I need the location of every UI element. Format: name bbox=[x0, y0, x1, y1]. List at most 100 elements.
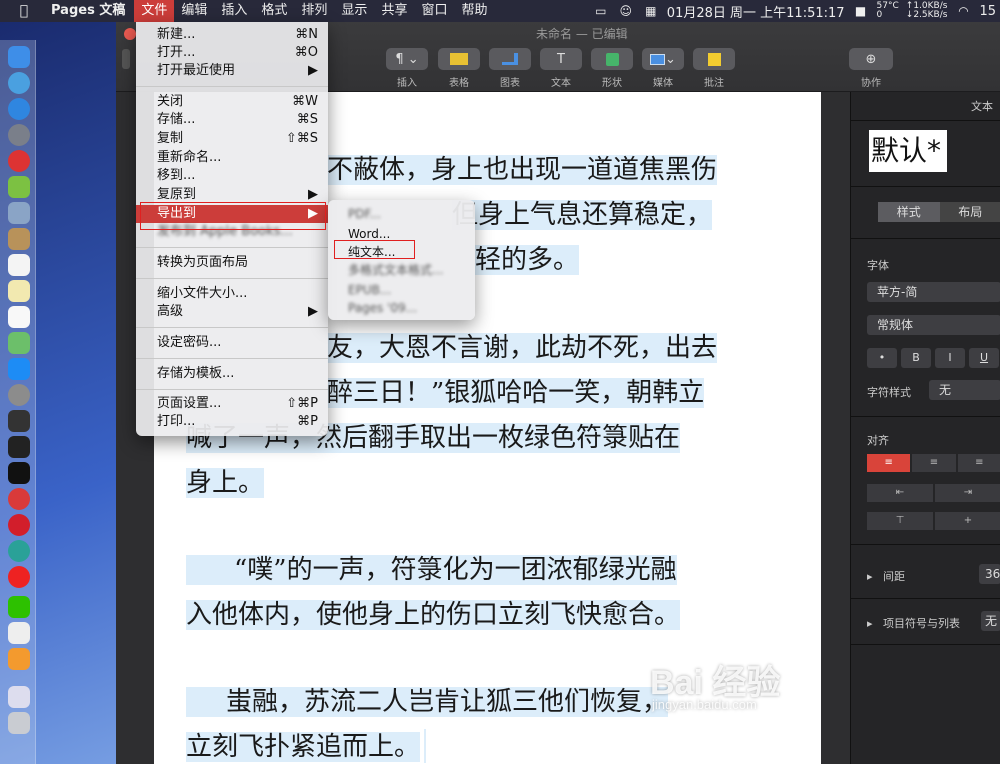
view-button[interactable] bbox=[122, 49, 130, 69]
align-left-button[interactable]: ≡ bbox=[867, 454, 911, 472]
wifi-icon[interactable]: ◠ bbox=[954, 4, 972, 18]
calendar-grid-icon[interactable]: ▦ bbox=[642, 4, 660, 18]
menu-item-print[interactable]: 打印... ⌘P bbox=[136, 413, 328, 431]
menu-item-rename[interactable]: 重新命名... bbox=[136, 149, 328, 167]
increase-indent-button[interactable]: ⇥ bbox=[935, 484, 1000, 502]
menu-arrange[interactable]: 排列 bbox=[294, 0, 334, 22]
underline-button[interactable]: U bbox=[969, 348, 999, 368]
font-family-select[interactable]: 苹方-简 bbox=[867, 282, 1000, 302]
text-options-button[interactable]: • bbox=[867, 348, 897, 368]
paragraph-1-line-3[interactable]: 轻的多。 bbox=[475, 238, 580, 283]
menu-item-move[interactable]: 移到... bbox=[136, 167, 328, 185]
text-box-icon[interactable]: T bbox=[540, 48, 582, 70]
vivaldi-dock-icon[interactable] bbox=[8, 488, 30, 510]
terminal-dock-icon[interactable] bbox=[8, 462, 30, 484]
menu-format[interactable]: 格式 bbox=[254, 0, 294, 22]
system-preferences-dock-icon[interactable] bbox=[8, 384, 30, 406]
menu-item-close[interactable]: 关闭 ⌘W bbox=[136, 93, 328, 111]
table-icon[interactable] bbox=[438, 48, 480, 70]
launchpad-dock-icon[interactable] bbox=[8, 124, 30, 146]
input-method-icon[interactable]: ■ bbox=[852, 4, 870, 18]
bold-button[interactable]: B bbox=[901, 348, 931, 368]
menu-item-reduce-size[interactable]: 缩小文件大小... bbox=[136, 285, 328, 303]
spacing-label[interactable]: ▸ 间距 bbox=[867, 568, 905, 584]
menu-app-name[interactable]: Pages 文稿 bbox=[42, 0, 134, 22]
shape-icon[interactable] bbox=[591, 48, 633, 70]
spacing-value[interactable]: 36 bbox=[979, 564, 1000, 584]
export-pdf[interactable]: PDF... bbox=[348, 206, 381, 222]
tab-layout[interactable]: 布局 bbox=[939, 202, 1000, 222]
yandex-dock-icon[interactable] bbox=[8, 566, 30, 588]
menu-item-open[interactable]: 打开... ⌘O bbox=[136, 44, 328, 62]
comment-tool[interactable]: 批注 bbox=[693, 48, 735, 94]
menu-window[interactable]: 窗口 bbox=[414, 0, 454, 22]
notes-dock-icon[interactable] bbox=[8, 228, 30, 250]
paragraph-2-line-2[interactable]: 醉三日！”银狐哈哈一笑，朝韩立 bbox=[327, 371, 705, 416]
char-style-select[interactable]: 无 bbox=[929, 380, 1000, 400]
menu-item-advanced[interactable]: 高级 ▶ bbox=[136, 303, 328, 321]
downloads-dock-icon[interactable] bbox=[8, 686, 30, 708]
stickies-dock-icon[interactable] bbox=[8, 280, 30, 302]
menu-share[interactable]: 共享 bbox=[374, 0, 414, 22]
finder-icon[interactable]: ☺ bbox=[617, 4, 635, 18]
menu-item-new[interactable]: 新建... ⌘N bbox=[136, 26, 328, 44]
app-store-dock-icon[interactable] bbox=[8, 358, 30, 380]
trash-dock-icon[interactable] bbox=[8, 712, 30, 734]
app-dock-icon[interactable] bbox=[8, 150, 30, 172]
wechat-dock-icon[interactable] bbox=[8, 596, 30, 618]
inspector-tab-text[interactable]: 文本 bbox=[971, 98, 993, 114]
console-dock-icon[interactable] bbox=[8, 436, 30, 458]
font-weight-select[interactable]: 常规体 bbox=[867, 315, 1000, 335]
paragraph-2-line-1[interactable]: 友，大恩不言谢，此劫不死，出去 bbox=[327, 326, 718, 371]
text-tool[interactable]: T 文本 bbox=[540, 48, 582, 94]
menu-item-save[interactable]: 存储... ⌘S bbox=[136, 111, 328, 129]
italic-button[interactable]: I bbox=[935, 348, 965, 368]
android-dock-icon[interactable] bbox=[8, 176, 30, 198]
netease-music-dock-icon[interactable] bbox=[8, 514, 30, 536]
align-center-button[interactable]: ≡ bbox=[912, 454, 956, 472]
align-middle-button[interactable]: + bbox=[935, 512, 1000, 530]
menu-item-convert-layout[interactable]: 转换为页面布局 bbox=[136, 254, 328, 272]
menu-item-set-password[interactable]: 设定密码... bbox=[136, 334, 328, 352]
comment-icon[interactable] bbox=[693, 48, 735, 70]
shape-tool[interactable]: 形状 bbox=[591, 48, 633, 94]
export-pages09[interactable]: Pages '09... bbox=[348, 300, 417, 316]
menu-item-page-setup[interactable]: 页面设置... ⇧⌘P bbox=[136, 395, 328, 413]
pages-dock-icon[interactable] bbox=[8, 648, 30, 670]
disclosure-triangle-icon[interactable]: ▸ bbox=[867, 617, 873, 630]
tab-style[interactable]: 样式 bbox=[878, 202, 940, 222]
reminders-dock-icon[interactable] bbox=[8, 306, 30, 328]
menu-insert[interactable]: 插入 bbox=[214, 0, 254, 22]
menu-item-duplicate[interactable]: 复制 ⇧⌘S bbox=[136, 130, 328, 148]
activity-monitor-dock-icon[interactable] bbox=[8, 410, 30, 432]
menu-item-open-recent[interactable]: 打开最近使用 ▶ bbox=[136, 62, 328, 80]
export-epub[interactable]: EPUB... bbox=[348, 282, 391, 298]
bullets-lists-label[interactable]: ▸ 项目符号与列表 bbox=[867, 615, 960, 631]
paragraph-4-line-1[interactable]: 蚩融，苏流二人岂肯让狐三他们恢复， bbox=[186, 680, 669, 725]
chart-icon[interactable] bbox=[489, 48, 531, 70]
table-tool[interactable]: 表格 bbox=[438, 48, 480, 94]
align-top-button[interactable]: ⊤ bbox=[867, 512, 933, 530]
calendar-dock-icon[interactable] bbox=[8, 254, 30, 276]
paragraph-3-line-1[interactable]: “噗”的一声，符箓化为一团浓郁绿光融 bbox=[186, 548, 677, 593]
decrease-indent-button[interactable]: ⇤ bbox=[867, 484, 933, 502]
apple-icon[interactable]:  bbox=[16, 3, 32, 19]
paragraph-1-line-2[interactable]: 但身上气息还算稳定， bbox=[452, 193, 713, 238]
paragraph-4-line-2[interactable]: 立刻飞扑紧追而上。 bbox=[186, 725, 427, 764]
menu-file[interactable]: 文件 bbox=[134, 0, 175, 22]
export-rich-text[interactable]: 多格式文本格式... bbox=[348, 262, 443, 278]
maps-dock-icon[interactable] bbox=[8, 332, 30, 354]
clock-text[interactable]: 01月28日 周一 上午11:51:17 bbox=[667, 2, 845, 21]
close-window-button[interactable] bbox=[124, 28, 136, 40]
menu-edit[interactable]: 编辑 bbox=[174, 0, 214, 22]
menu-view[interactable]: 显示 bbox=[334, 0, 374, 22]
collaborate-tool[interactable]: ⊕ 协作 bbox=[849, 48, 893, 94]
finder-dock-icon[interactable] bbox=[8, 46, 30, 68]
paragraph-1-line-1[interactable]: 不蔽体，身上也出现一道道焦黑伤 bbox=[327, 148, 718, 193]
siri-dock-icon[interactable] bbox=[8, 72, 30, 94]
insert-tool[interactable]: ¶ ⌄ 插入 bbox=[386, 48, 428, 94]
battery-percent[interactable]: 15 bbox=[979, 4, 996, 19]
paragraph-2-line-4[interactable]: 身上。 bbox=[186, 461, 265, 506]
paragraph-icon[interactable]: ¶ ⌄ bbox=[386, 48, 428, 70]
chart-tool[interactable]: 图表 bbox=[489, 48, 531, 94]
